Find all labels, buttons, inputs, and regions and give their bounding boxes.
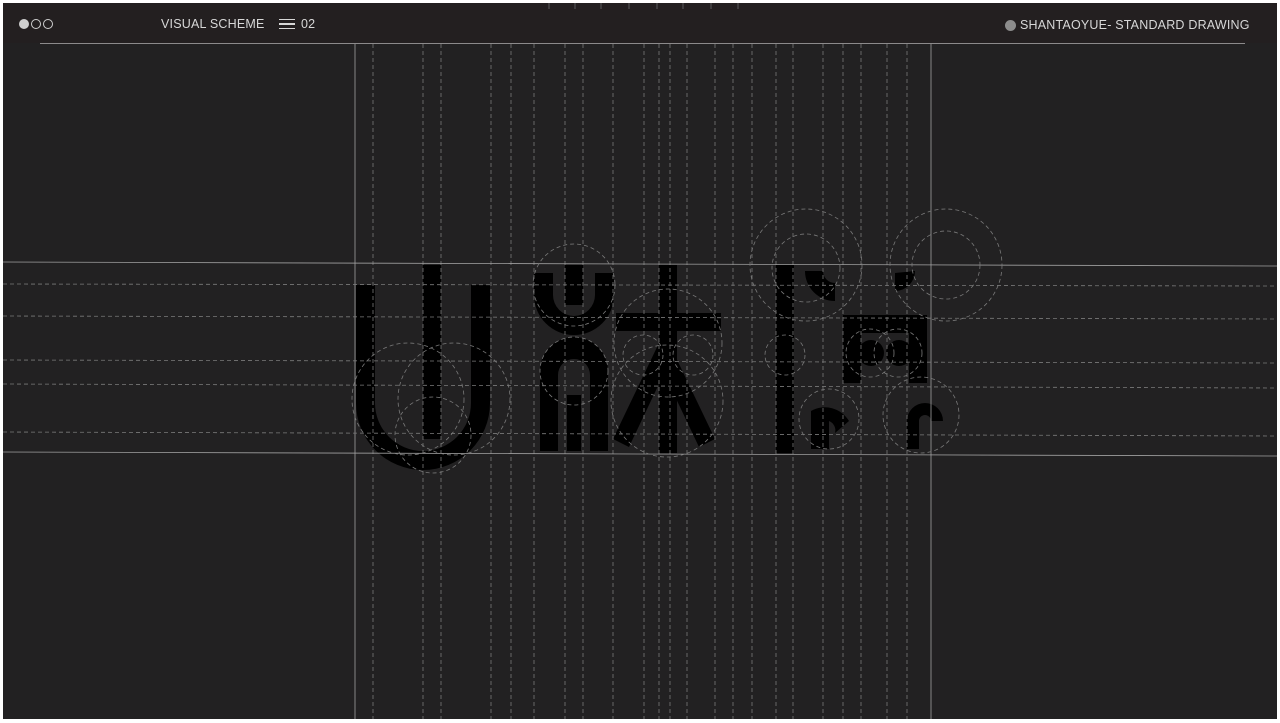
logo-glyph-5-hook [907,403,943,449]
solid-horizontal-guides [3,261,1277,457]
logo-glyph-4-stem [776,265,794,453]
logo-glyph-4-arc [805,271,835,301]
logo-glyph-5-arc [895,271,915,291]
logo-mark [356,265,943,470]
ruler-ticks [548,3,739,9]
standard-drawing [3,3,1277,719]
logo-glyph-4-bowl [811,407,849,449]
artboard: VISUAL SCHEME 02 SHANTAOYUE- STANDARD DR… [3,3,1277,719]
dashed-vertical-guides [372,44,908,719]
